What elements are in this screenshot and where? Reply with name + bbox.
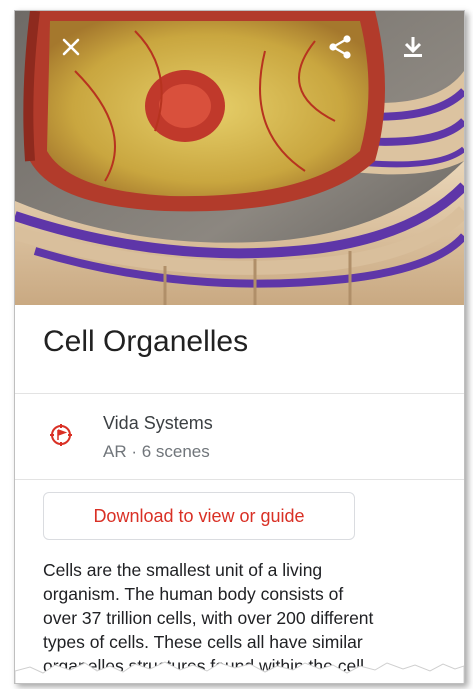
download-button[interactable]: Download to view or guide — [43, 492, 355, 540]
share-button[interactable] — [322, 29, 358, 65]
close-icon — [62, 38, 80, 56]
download-button-label: Download to view or guide — [93, 505, 305, 526]
description-line: organism. The human body consists of — [43, 584, 344, 604]
target-flag-icon — [50, 424, 72, 446]
divider — [15, 393, 464, 394]
app-window: Cell Organelles Vida Systems AR · 6 scen… — [14, 10, 465, 684]
description-line: over 37 trillion cells, with over 200 di… — [43, 608, 374, 628]
share-icon — [329, 35, 351, 59]
close-button[interactable] — [53, 29, 89, 65]
download-icon — [404, 37, 422, 57]
description-line: Cells are the smallest unit of a living — [43, 560, 323, 580]
torn-edge — [15, 661, 464, 683]
page-title: Cell Organelles — [43, 325, 249, 358]
publisher-name[interactable]: Vida Systems — [103, 413, 213, 434]
item-meta: AR · 6 scenes — [103, 442, 210, 461]
hero-image — [15, 11, 464, 305]
divider — [15, 479, 464, 480]
download-icon-button[interactable] — [395, 29, 431, 65]
